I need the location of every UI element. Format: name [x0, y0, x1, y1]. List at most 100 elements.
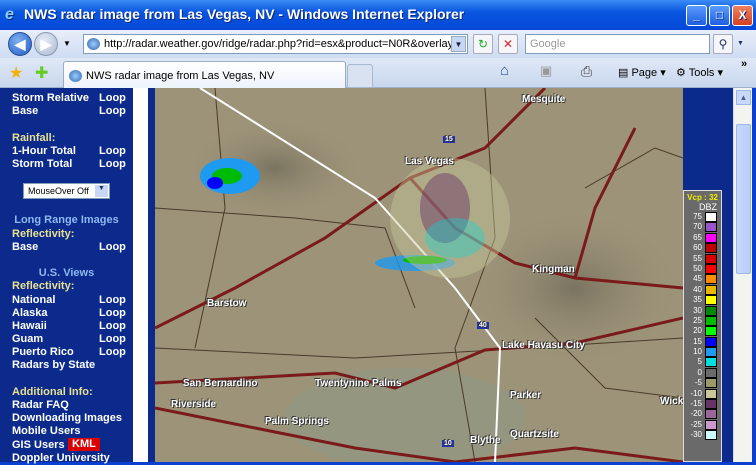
- url-text: http://radar.weather.gov/ridge/radar.php…: [104, 38, 460, 50]
- window-title: NWS radar image from Las Vegas, NV - Win…: [24, 6, 465, 22]
- loop-link[interactable]: Loop: [99, 307, 126, 319]
- label[interactable]: Base: [12, 105, 38, 117]
- legend-level: 10: [693, 347, 702, 357]
- favorites-star-icon[interactable]: ★: [9, 63, 23, 83]
- legend-row: 30: [684, 305, 721, 316]
- legend-level: 75: [693, 212, 702, 221]
- loop-link[interactable]: Loop: [99, 105, 126, 117]
- close-button[interactable]: X: [732, 5, 753, 26]
- city-label: Barstow: [207, 298, 247, 309]
- label[interactable]: Base: [12, 241, 38, 253]
- label[interactable]: Hawaii: [12, 320, 47, 332]
- city-label: Parker: [510, 390, 542, 401]
- forward-button[interactable]: ▶: [34, 32, 58, 56]
- map-svg: [155, 88, 683, 462]
- sidebar: Storm Relative Loop Base Loop Rainfall: 1-…: [0, 88, 133, 465]
- link-alaska[interactable]: Alaska Loop: [12, 307, 127, 320]
- link-radars-by-state[interactable]: Radars by State: [12, 359, 127, 372]
- back-button[interactable]: ◀: [8, 32, 32, 56]
- loop-link[interactable]: Loop: [99, 346, 126, 358]
- label[interactable]: Puerto Rico: [12, 346, 74, 358]
- scroll-up-icon[interactable]: ▲: [736, 90, 751, 105]
- link-downloading-images[interactable]: Downloading Images: [12, 412, 127, 425]
- link-mobile-users[interactable]: Mobile Users: [12, 425, 127, 438]
- address-bar[interactable]: http://radar.weather.gov/ridge/radar.php…: [83, 34, 468, 54]
- legend-swatch: [705, 222, 717, 233]
- legend-level: -10: [690, 388, 702, 398]
- link-storm-relative[interactable]: Storm Relative Loop: [12, 92, 127, 105]
- print-icon[interactable]: ⎙: [581, 63, 592, 80]
- tab-active[interactable]: NWS radar image from Las Vegas, NV: [63, 61, 346, 88]
- new-tab-button[interactable]: [347, 64, 373, 88]
- vcp-label: Vcp : 32: [687, 193, 718, 202]
- loop-link[interactable]: Loop: [99, 320, 126, 332]
- legend-level: 5: [697, 357, 702, 367]
- legend-level: -30: [690, 430, 702, 440]
- add-favorites-icon[interactable]: ✚: [35, 63, 48, 83]
- legend-row: -20: [684, 409, 721, 420]
- label[interactable]: Guam: [12, 333, 43, 345]
- stop-button[interactable]: ✕: [498, 34, 518, 54]
- more-toolbar-icon[interactable]: »: [741, 58, 747, 70]
- feeds-icon[interactable]: ▣: [540, 63, 552, 79]
- tab-page-icon: [69, 70, 82, 82]
- legend-row: 55: [684, 253, 721, 264]
- tools-menu[interactable]: ⚙ Tools ▾: [676, 66, 723, 79]
- loop-link[interactable]: Loop: [99, 241, 126, 253]
- legend-swatch: [705, 388, 717, 399]
- label[interactable]: National: [12, 294, 55, 306]
- vertical-scrollbar[interactable]: ▲: [733, 88, 752, 462]
- legend-level: -15: [690, 399, 702, 409]
- city-label: Palm Springs: [265, 416, 329, 427]
- address-dropdown-icon[interactable]: ▼: [451, 36, 466, 52]
- maximize-button[interactable]: □: [709, 5, 730, 26]
- title-bar: e NWS radar image from Las Vegas, NV - W…: [0, 0, 756, 30]
- legend-swatch: [705, 295, 717, 306]
- legend-row: 35: [684, 295, 721, 306]
- search-input[interactable]: Google: [525, 34, 710, 54]
- label[interactable]: Storm Relative: [12, 92, 89, 104]
- reflectivity-header: Reflectivity:: [12, 228, 75, 240]
- label[interactable]: 1-Hour Total: [12, 145, 76, 157]
- chevron-down-icon[interactable]: ▼: [95, 185, 108, 197]
- link-guam[interactable]: Guam Loop: [12, 333, 127, 346]
- city-label: Riverside: [171, 399, 217, 410]
- loop-link[interactable]: Loop: [99, 92, 126, 104]
- search-options-icon[interactable]: ▼: [737, 40, 744, 47]
- city-label: Mesquite: [522, 94, 566, 105]
- kml-badge[interactable]: KML: [68, 438, 100, 451]
- home-icon[interactable]: ⌂: [500, 62, 509, 79]
- link-hawaii[interactable]: Hawaii Loop: [12, 320, 127, 333]
- scroll-thumb[interactable]: [736, 124, 751, 274]
- link-base[interactable]: Base Loop: [12, 105, 127, 118]
- link-national[interactable]: National Loop: [12, 294, 127, 307]
- label[interactable]: Storm Total: [12, 158, 72, 170]
- dbz-legend: Vcp : 32 DBZ 75 70 65 60 55 50 45 40 35 30 25 20 15 1…: [683, 190, 722, 462]
- reflectivity-header-2: Reflectivity:: [12, 280, 75, 292]
- link-storm-total[interactable]: Storm Total Loop: [12, 158, 127, 171]
- refresh-button[interactable]: ↻: [473, 34, 493, 54]
- legend-level: 15: [693, 336, 702, 346]
- minimize-button[interactable]: _: [686, 5, 707, 26]
- search-button[interactable]: ⚲: [713, 34, 733, 54]
- loop-link[interactable]: Loop: [99, 333, 126, 345]
- mouseover-select[interactable]: MouseOver Off ▼: [23, 183, 110, 199]
- link-1hour-total[interactable]: 1-Hour Total Loop: [12, 145, 127, 158]
- label[interactable]: Alaska: [12, 307, 47, 319]
- legend-swatch: [705, 263, 717, 274]
- link-puerto-rico[interactable]: Puerto Rico Loop: [12, 346, 127, 359]
- history-dropdown-icon[interactable]: ▼: [63, 39, 71, 48]
- link-radar-faq[interactable]: Radar FAQ: [12, 399, 127, 412]
- page-menu[interactable]: ▤ Page ▾: [618, 66, 666, 79]
- tab-bar: ★ ✚ NWS radar image from Las Vegas, NV ⌂…: [0, 58, 756, 88]
- loop-link[interactable]: Loop: [99, 158, 126, 170]
- link-long-range-base[interactable]: Base Loop: [12, 241, 127, 254]
- legend-row: 45: [684, 274, 721, 285]
- radar-map[interactable]: Mesquite Las Vegas Kingman Barstow Lake …: [155, 88, 683, 462]
- legend-row: 10: [684, 347, 721, 358]
- link-doppler-university[interactable]: Doppler University: [12, 452, 127, 465]
- legend-swatch: [705, 419, 717, 430]
- loop-link[interactable]: Loop: [99, 294, 126, 306]
- loop-link[interactable]: Loop: [99, 145, 126, 157]
- legend-level: 55: [693, 253, 702, 263]
